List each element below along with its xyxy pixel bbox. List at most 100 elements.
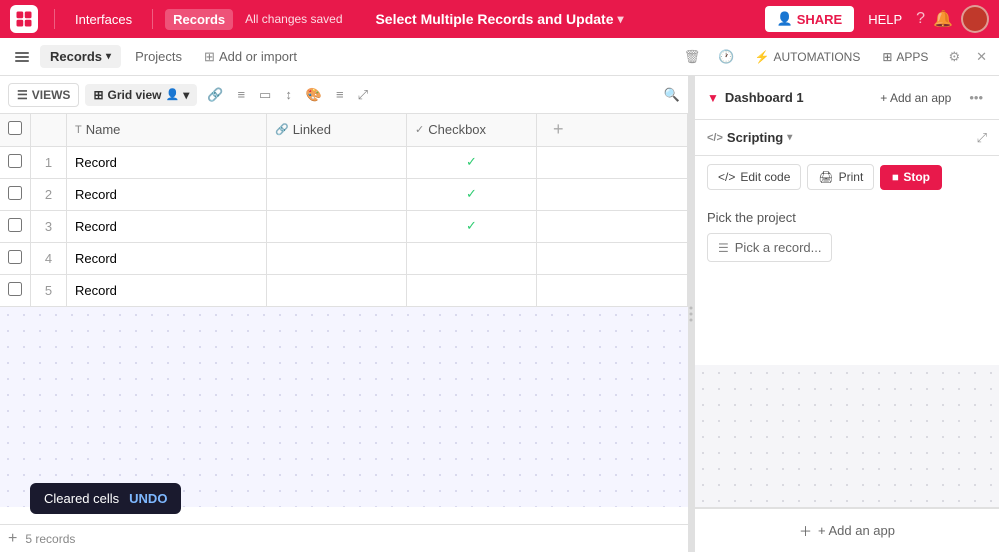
- add-app-bottom[interactable]: ＋ + Add an app: [695, 508, 999, 552]
- link-type-icon: 🔗: [275, 123, 289, 136]
- checkbox-cell[interactable]: [407, 274, 537, 306]
- user-avatar[interactable]: [961, 5, 989, 33]
- views-button[interactable]: ☰ VIEWS: [8, 83, 79, 107]
- row-select-cell[interactable]: [0, 178, 31, 210]
- panel-divider[interactable]: [688, 76, 694, 552]
- link-toolbar-icon[interactable]: 🔗: [203, 83, 227, 107]
- select-all-header[interactable]: [0, 114, 31, 146]
- interfaces-nav-item[interactable]: Interfaces: [67, 9, 140, 30]
- row-select-cell[interactable]: [0, 210, 31, 242]
- row-select-cell[interactable]: [0, 242, 31, 274]
- summary-icon[interactable]: ▭: [255, 83, 275, 107]
- row-checkbox[interactable]: [8, 282, 22, 296]
- name-cell[interactable]: Record: [67, 146, 267, 178]
- checkbox-cell[interactable]: ✓: [407, 210, 537, 242]
- extra-cell: [537, 242, 688, 274]
- records-nav-item[interactable]: Records: [165, 9, 233, 30]
- delete-icon[interactable]: 🗑: [678, 45, 707, 69]
- records-tab[interactable]: Records ▾: [40, 45, 121, 68]
- add-app-bottom-button[interactable]: ＋ + Add an app: [799, 521, 895, 540]
- name-cell[interactable]: Record: [67, 274, 267, 306]
- stop-icon: ⏹: [892, 170, 898, 185]
- add-row-button[interactable]: +: [8, 530, 17, 548]
- sort-icon[interactable]: ↕: [281, 83, 296, 106]
- automations-button[interactable]: ⚡ AUTOMATIONS: [747, 46, 869, 68]
- linked-cell[interactable]: [267, 178, 407, 210]
- linked-column-label: Linked: [293, 122, 331, 137]
- checkbox-column-header[interactable]: ✓ Checkbox: [407, 114, 537, 146]
- grid-view-button[interactable]: ⊞ Grid view 👤 ▾: [85, 84, 197, 106]
- help-button[interactable]: HELP: [862, 9, 908, 30]
- table-row[interactable]: 4 Record: [0, 242, 688, 274]
- settings-icon[interactable]: ⚙: [942, 45, 966, 69]
- pick-record-dropdown[interactable]: ☰ Pick a record...: [707, 233, 832, 262]
- checkbox-cell[interactable]: ✓: [407, 178, 537, 210]
- grid-icon: ⊞: [93, 88, 103, 102]
- checkbox-cell[interactable]: [407, 242, 537, 274]
- filter-icon[interactable]: ≡: [233, 83, 249, 106]
- projects-tab[interactable]: Projects: [125, 45, 192, 68]
- pick-project-label: Pick the project: [707, 210, 987, 225]
- row-checkbox[interactable]: [8, 250, 22, 264]
- records-tab-label: Records: [50, 49, 102, 64]
- add-import-button[interactable]: ⊞ Add or import: [196, 45, 305, 69]
- share-button[interactable]: 👤 SHARE: [765, 6, 855, 32]
- close-icon[interactable]: ✕: [972, 45, 991, 69]
- plus-add-app-icon: ＋: [799, 521, 812, 540]
- script-panel: </> Scripting ▾ ⤢ </> Edit code 🖨 Print …: [695, 120, 999, 508]
- add-column-icon[interactable]: +: [545, 119, 572, 139]
- row-checkbox[interactable]: [8, 218, 22, 232]
- code-edit-icon: </>: [718, 170, 735, 184]
- linked-cell[interactable]: [267, 274, 407, 306]
- more-options-icon[interactable]: •••: [965, 86, 987, 109]
- expand-script-icon[interactable]: ⤢: [977, 130, 987, 146]
- search-icon[interactable]: 🔍: [664, 87, 680, 103]
- app-logo[interactable]: [10, 5, 38, 33]
- apps-button[interactable]: ⊞ APPS: [874, 46, 936, 68]
- add-app-button[interactable]: + Add an app: [872, 87, 959, 109]
- stop-button[interactable]: ⏹ Stop: [880, 165, 942, 190]
- linked-cell[interactable]: [267, 242, 407, 274]
- table-row[interactable]: 1 Record ✓: [0, 146, 688, 178]
- automations-icon: ⚡: [755, 50, 770, 64]
- row-checkbox[interactable]: [8, 154, 22, 168]
- row-select-cell[interactable]: [0, 274, 31, 306]
- divider-dots: [690, 307, 693, 322]
- bell-icon[interactable]: 🔔: [933, 9, 953, 29]
- undo-button[interactable]: UNDO: [129, 491, 167, 506]
- name-cell[interactable]: Record: [67, 178, 267, 210]
- extra-cell: [537, 210, 688, 242]
- question-icon[interactable]: ?: [916, 10, 925, 28]
- table-row[interactable]: 5 Record: [0, 274, 688, 306]
- expand-icon[interactable]: ⤢: [354, 83, 372, 107]
- table-container[interactable]: T Name 🔗 Linked ✓: [0, 114, 688, 524]
- hamburger-button[interactable]: [8, 43, 36, 71]
- record-count: 5 records: [25, 532, 75, 546]
- hide-icon[interactable]: ≡: [332, 83, 348, 106]
- right-panel: ▼ Dashboard 1 + Add an app ••• </> Scrip…: [694, 76, 999, 552]
- table-row[interactable]: 2 Record ✓: [0, 178, 688, 210]
- name-column-header[interactable]: T Name: [67, 114, 267, 146]
- print-button[interactable]: 🖨 Print: [807, 164, 874, 190]
- edit-code-button[interactable]: </> Edit code: [707, 164, 801, 190]
- linked-column-header[interactable]: 🔗 Linked: [267, 114, 407, 146]
- second-nav-right: 🗑 🕐 ⚡ AUTOMATIONS ⊞ APPS ⚙ ✕: [678, 45, 991, 69]
- history-icon[interactable]: 🕐: [712, 45, 740, 69]
- main-layout: ☰ VIEWS ⊞ Grid view 👤 ▾ 🔗 ≡ ▭ ↕ 🎨 ≡ ⤢ 🔍: [0, 76, 999, 552]
- color-icon[interactable]: 🎨: [302, 83, 326, 107]
- add-column-header[interactable]: +: [537, 114, 688, 146]
- select-all-checkbox[interactable]: [8, 121, 22, 135]
- chevron-down-icon: ▾: [183, 88, 189, 102]
- row-select-cell[interactable]: [0, 146, 31, 178]
- linked-cell[interactable]: [267, 146, 407, 178]
- chevron-down-icon: ▾: [106, 51, 111, 62]
- views-icon: ☰: [17, 88, 28, 102]
- share-icon: 👤: [777, 11, 793, 27]
- row-checkbox[interactable]: [8, 186, 22, 200]
- name-cell[interactable]: Record: [67, 210, 267, 242]
- table-row[interactable]: 3 Record ✓: [0, 210, 688, 242]
- name-column-label: Name: [86, 122, 121, 137]
- name-cell[interactable]: Record: [67, 242, 267, 274]
- linked-cell[interactable]: [267, 210, 407, 242]
- checkbox-cell[interactable]: ✓: [407, 146, 537, 178]
